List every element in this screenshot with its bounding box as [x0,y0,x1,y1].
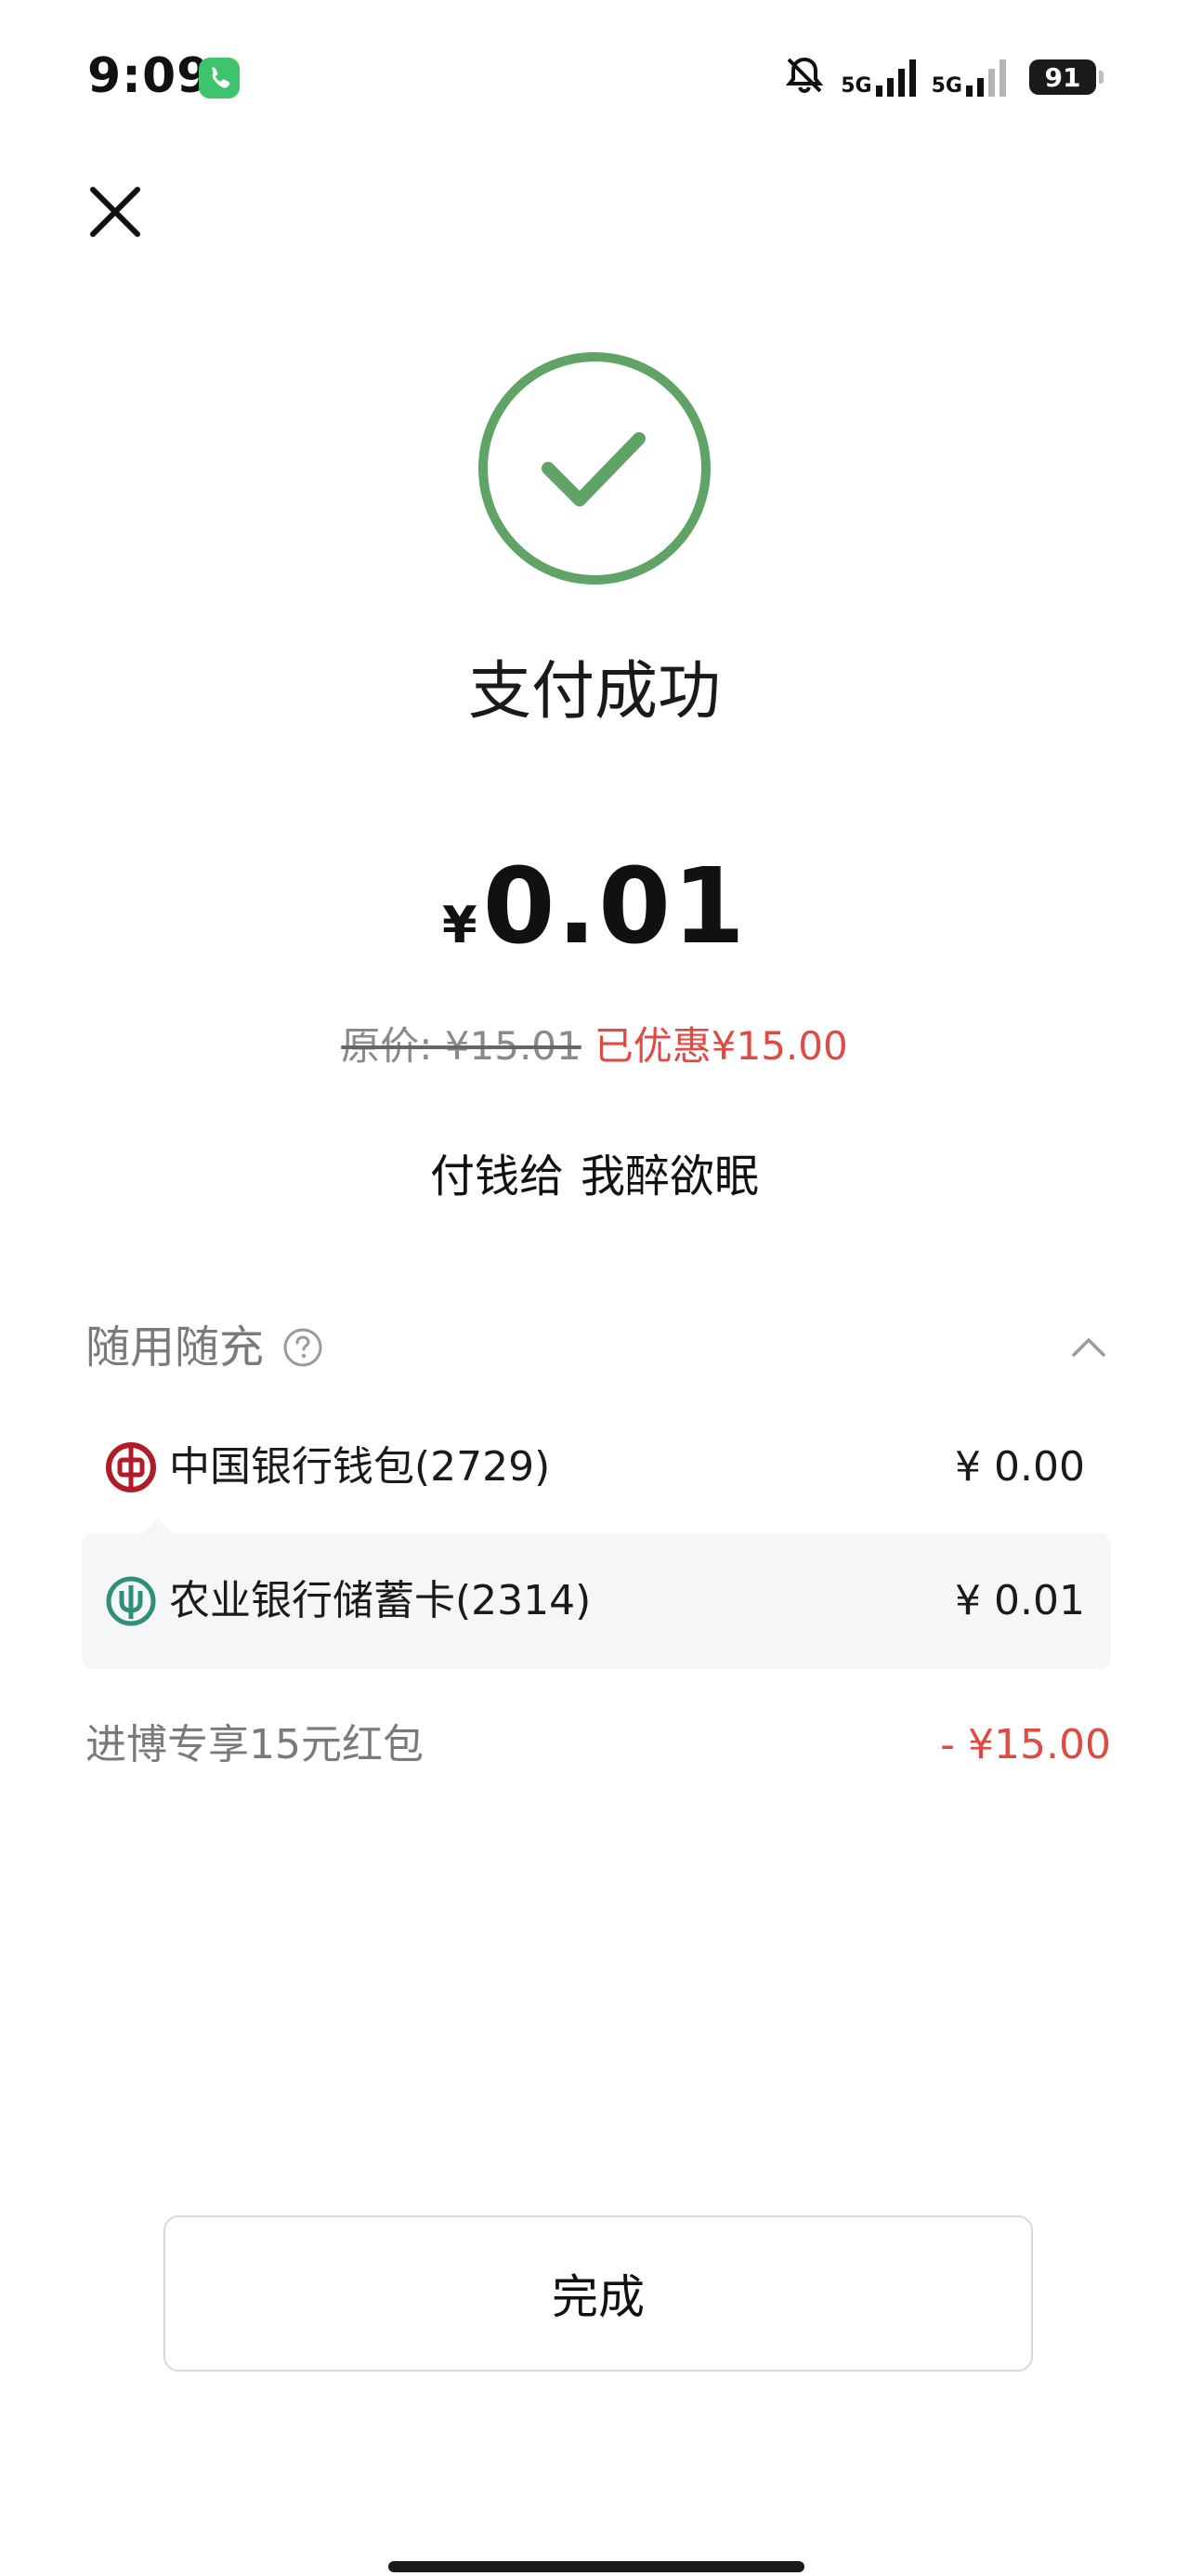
original-price: 原价: ¥15.01 [341,1023,581,1069]
payment-method-name: 中国银行钱包(2729) [169,1443,551,1491]
payment-method-name: 农业银行储蓄卡(2314) [169,1577,592,1624]
agricultural-bank-logo [106,1576,156,1626]
network-type-2: 5G [931,74,962,98]
status-indicators: 5G 5G 91 [781,52,1104,102]
payment-status-title: 支付成功 [467,655,721,729]
payee-line: 付钱给 我醉欲眠 [0,1139,1189,1204]
payment-method-row: 农业银行储蓄卡(2314) ¥ 0.01 [82,1533,1111,1669]
signal-bars-icon [966,59,1006,97]
chevron-up-icon[interactable] [1066,1325,1111,1370]
payment-method-amount: ¥ 0.00 [955,1443,1085,1491]
mute-icon [781,52,828,102]
payment-method-row: 中国银行钱包(2729) ¥ 0.00 [82,1400,1111,1535]
signal-1: 5G [841,58,918,97]
close-icon [90,187,140,237]
section-title: 随用随充 [85,1321,265,1373]
battery-indicator: 91 [1029,59,1104,95]
home-indicator[interactable] [388,2561,804,2572]
currency-symbol: ¥ [442,896,477,954]
close-button[interactable] [85,182,145,242]
payment-method-amount: ¥ 0.01 [955,1577,1085,1624]
payment-amount: ¥0.01 [0,855,1189,959]
coupon-amount: - ¥15.00 [940,1721,1111,1768]
signal-2: 5G [932,58,1009,97]
question-circle-icon[interactable] [282,1327,323,1368]
amount-value: 0.01 [482,847,747,967]
discount-amount: 已优惠¥15.00 [594,1023,848,1069]
payment-breakdown-header[interactable]: 随用随充 [85,1318,1111,1377]
network-type-1: 5G [841,74,872,98]
price-detail: 原价: ¥15.01 已优惠¥15.00 [0,1020,1189,1072]
done-button[interactable]: 完成 [163,2215,1033,2372]
status-time: 9:09 [87,48,212,104]
signal-bars-icon [875,59,916,97]
coupon-label: 进博专享15元红包 [85,1721,424,1768]
phone-call-icon [199,58,240,99]
pay-to-label: 付钱给 [429,1150,564,1203]
coupon-row: 进博专享15元红包 - ¥15.00 [85,1715,1111,1775]
bank-of-china-logo [106,1442,156,1492]
status-bar: 9:09 5G 5G 91 [0,0,1189,158]
payee-name: 我醉欲眠 [581,1150,760,1203]
checkmark-circle-icon [477,351,712,585]
